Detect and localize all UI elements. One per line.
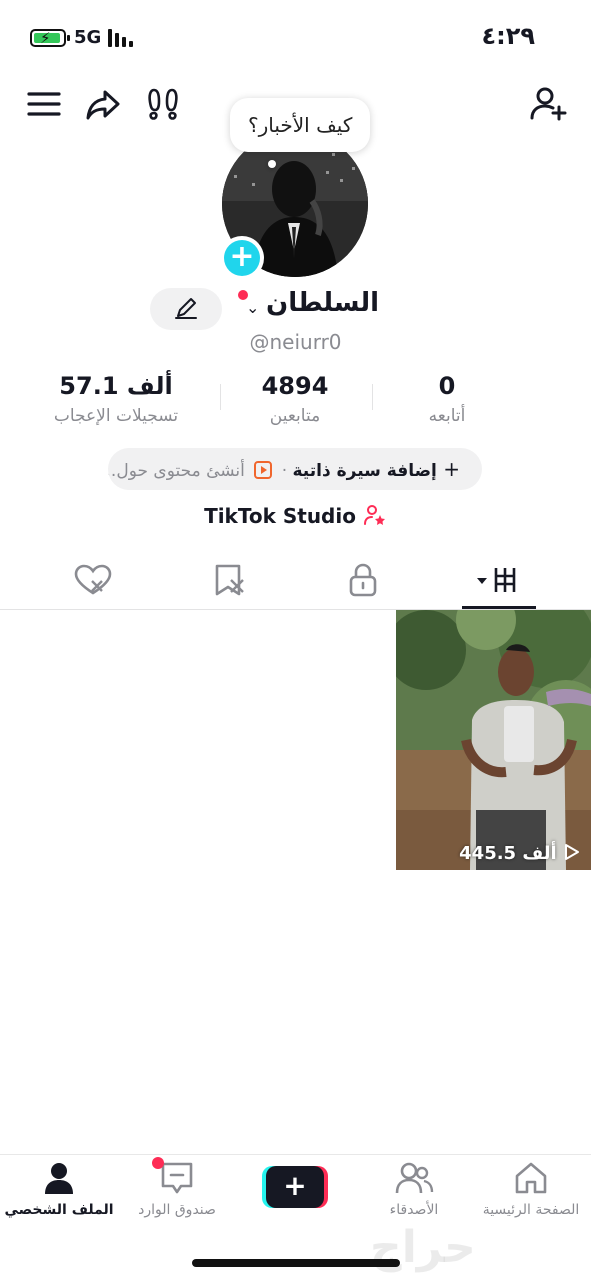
create-content-label: أنشئ محتوى حول... — [108, 461, 245, 481]
likes-count: 57.1 ألف — [59, 372, 173, 400]
nav-inbox[interactable]: صندوق الوارد — [118, 1160, 236, 1218]
followers-label: متابعين — [269, 406, 321, 426]
edit-profile-button[interactable] — [150, 288, 222, 330]
menu-icon[interactable] — [24, 84, 64, 124]
favorites-tab-icon[interactable] — [205, 562, 255, 598]
nav-friends[interactable]: الأصدقاء — [355, 1160, 473, 1218]
plus-icon: + — [224, 240, 260, 276]
followers-count: 4894 — [261, 372, 329, 400]
plus-icon: + — [436, 457, 460, 481]
profile-icon — [45, 1163, 73, 1194]
tiktok-studio-link[interactable]: TikTok Studio — [0, 504, 591, 528]
likes-label: تسجيلات الإعجاب — [53, 406, 179, 426]
play-box-icon — [254, 461, 273, 479]
footprints-icon[interactable] — [144, 84, 184, 124]
create-button[interactable]: + — [262, 1166, 328, 1208]
videos-grid-tab-icon[interactable] — [474, 562, 524, 598]
studio-label: TikTok Studio — [204, 504, 356, 528]
status-bubble[interactable]: كيف الأخبار؟ — [230, 98, 371, 152]
following-label: أتابعه — [428, 406, 466, 426]
plus-icon: + — [266, 1166, 324, 1208]
add-avatar-button[interactable]: + — [220, 236, 264, 280]
chevron-down-icon[interactable]: ⌄ — [246, 298, 259, 317]
pencil-icon — [175, 298, 197, 319]
liked-videos-tab-icon[interactable] — [68, 562, 118, 598]
likes-stat[interactable]: 57.1 ألف تسجيلات الإعجاب — [36, 372, 196, 426]
nav-friends-label: الأصدقاء — [389, 1202, 439, 1218]
bio-separator: · — [281, 461, 288, 481]
signal-icon — [108, 29, 134, 47]
following-stat[interactable]: 0 أتابعه — [367, 372, 527, 426]
person-star-icon — [363, 505, 385, 525]
play-icon — [565, 844, 579, 860]
nav-home[interactable]: الصفحة الرئيسية — [472, 1160, 590, 1218]
nav-inbox-label: صندوق الوارد — [138, 1202, 216, 1218]
share-icon[interactable] — [84, 84, 124, 124]
video-thumbnail[interactable]: 445.5 ألف — [396, 610, 591, 870]
home-icon — [515, 1162, 547, 1194]
friends-icon — [395, 1162, 434, 1194]
followers-stat[interactable]: 4894 متابعين — [215, 372, 375, 426]
nav-profile[interactable]: الملف الشخصي — [0, 1160, 118, 1218]
battery-icon: ⚡ — [30, 29, 70, 47]
nav-home-label: الصفحة الرئيسية — [482, 1202, 580, 1218]
status-time: ٤:٢٩ — [481, 22, 535, 50]
nav-profile-label: الملف الشخصي — [4, 1202, 114, 1218]
inbox-icon — [161, 1162, 193, 1194]
add-bio-button[interactable]: + إضافة سيرة ذاتية · أنشئ محتوى حول... — [108, 448, 482, 490]
video-views: 445.5 ألف — [459, 843, 581, 864]
nav-divider — [0, 1154, 591, 1155]
inbox-notification-dot — [152, 1157, 164, 1169]
lock-icon[interactable] — [338, 562, 388, 598]
views-count: 445.5 ألف — [459, 843, 557, 864]
bubble-tail — [268, 160, 276, 168]
home-indicator — [192, 1259, 400, 1267]
network-type: 5G — [74, 27, 102, 48]
add-friend-icon[interactable] — [528, 84, 568, 124]
following-count: 0 — [438, 372, 456, 400]
display-name[interactable]: السلطان — [266, 288, 379, 318]
add-bio-label: إضافة سيرة ذاتية — [292, 461, 437, 481]
username-handle: @neiurr0 — [249, 330, 342, 354]
